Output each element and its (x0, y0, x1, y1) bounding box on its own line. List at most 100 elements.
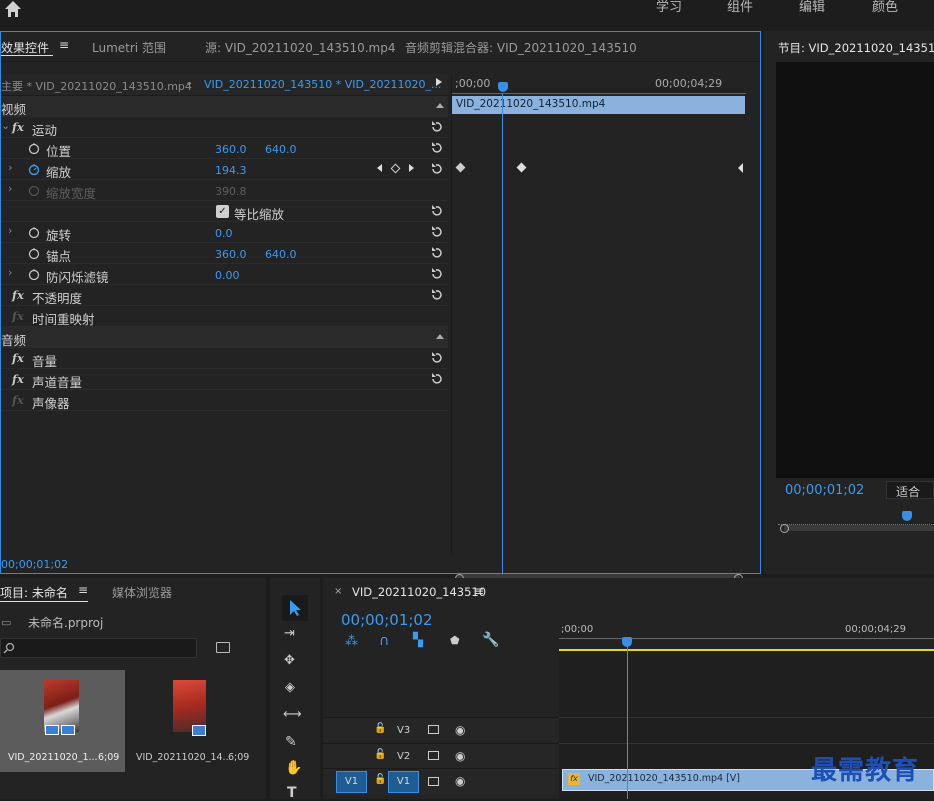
timeline-timecode[interactable]: 00;00;01;02 (341, 611, 433, 629)
collapse-icon[interactable] (436, 334, 444, 339)
stopwatch-icon[interactable] (28, 247, 40, 259)
eye-icon[interactable]: ◉ (455, 774, 465, 788)
fx-icon[interactable]: fx (12, 351, 24, 365)
workspace-color[interactable]: 颜色 (872, 0, 898, 20)
collapse-icon[interactable] (436, 103, 444, 108)
program-scrollbar[interactable] (784, 525, 934, 531)
program-monitor-title[interactable]: 节目: VID_20211020_143510 (778, 40, 934, 56)
workspace-assembly[interactable]: 组件 (727, 0, 753, 20)
anchor-x-value[interactable]: 360.0 (215, 248, 247, 261)
scale-row[interactable]: › 缩放 194.3 (1, 159, 448, 180)
track-select-tool-icon[interactable]: ⇥ (284, 626, 295, 641)
add-keyframe-icon[interactable] (390, 163, 401, 174)
fit-dropdown[interactable]: 适合 (886, 481, 934, 499)
marker-icon[interactable]: ⬟ (450, 634, 460, 647)
panner-row[interactable]: fx 声像器 (1, 390, 448, 411)
motion-row[interactable]: ⌄ fx 运动 (1, 117, 448, 138)
workspace-editing[interactable]: 编辑 (799, 0, 825, 20)
scale-value[interactable]: 194.3 (215, 164, 247, 177)
tab-project[interactable]: 项目: 未命名 (0, 584, 68, 601)
stopwatch-icon[interactable] (28, 268, 40, 280)
work-area-bar[interactable] (559, 649, 934, 651)
panel-menu-icon[interactable]: ≡ (59, 38, 69, 52)
playhead-handle[interactable] (498, 82, 508, 92)
program-video-frame[interactable] (776, 62, 934, 478)
anchor-row[interactable]: 锚点 360.0 640.0 (1, 243, 448, 264)
track-header-v2[interactable]: 🔓 V2 ◉ (323, 743, 559, 768)
track-header-v1[interactable]: V1 🔓 V1 ◉ (323, 768, 559, 795)
reset-icon[interactable] (430, 351, 443, 364)
reset-icon[interactable] (430, 225, 443, 238)
sync-lock-icon[interactable] (428, 725, 439, 734)
snap-icon[interactable]: ∩ (379, 633, 389, 649)
ec-mini-timeline[interactable]: ;00;00 00;00;04;29 VID_20211020_143510.m… (451, 74, 746, 603)
lock-icon[interactable]: 🔓 (374, 749, 386, 760)
tab-source[interactable]: 源: VID_20211020_143510.mp4 (205, 39, 396, 56)
antiflicker-value[interactable]: 0.00 (215, 269, 240, 282)
mini-clip-bar[interactable]: VID_20211020_143510.mp4 (452, 96, 745, 114)
scroll-handle-left[interactable] (780, 524, 789, 533)
tab-effect-controls[interactable]: 效果控件 (1, 39, 49, 56)
uniform-scale-checkbox[interactable]: ✓ (216, 205, 229, 218)
reset-icon[interactable] (430, 162, 443, 175)
project-item[interactable]: VID_20211020_14... 6;09 (128, 670, 253, 772)
project-item-selected[interactable]: VID_20211020_1... 6;09 (0, 670, 125, 772)
reset-icon[interactable] (430, 141, 443, 154)
selection-tool-icon[interactable] (287, 599, 303, 617)
uniform-scale-row[interactable]: ✓ 等比缩放 (1, 201, 448, 222)
razor-tool-icon[interactable]: ◈ (285, 680, 295, 695)
stopwatch-icon-active[interactable] (28, 163, 40, 175)
slip-tool-icon[interactable]: ⟷ (283, 707, 302, 722)
position-x-value[interactable]: 360.0 (215, 143, 247, 156)
tab-lumetri-scopes[interactable]: Lumetri 范围 (92, 39, 166, 56)
workspace-learn[interactable]: 学习 (656, 0, 682, 20)
wrench-icon[interactable]: 🔧 (482, 632, 499, 648)
close-icon[interactable]: × (334, 586, 342, 597)
timeline-ruler[interactable]: ;00;00 00;00;04;29 (559, 618, 934, 652)
lock-icon[interactable]: 🔓 (374, 774, 386, 785)
new-bin-search-icon[interactable] (216, 642, 230, 653)
program-playhead[interactable] (902, 511, 912, 521)
stopwatch-icon[interactable] (28, 142, 40, 154)
tab-audio-clip-mixer[interactable]: 音频剪辑混合器: VID_20211020_143510 (405, 39, 637, 56)
panel-menu-icon[interactable]: ≡ (474, 584, 484, 598)
prev-keyframe-icon[interactable] (377, 164, 382, 172)
keyframe-marker[interactable] (455, 162, 466, 173)
linked-selection-icon[interactable]: ▚ (413, 633, 423, 648)
project-search-input[interactable] (0, 638, 197, 658)
stopwatch-icon[interactable] (28, 226, 40, 238)
play-triangle-icon[interactable] (436, 78, 442, 86)
channel-volume-row[interactable]: fx 声道音量 (1, 369, 448, 390)
keyframe-marker[interactable] (516, 162, 527, 173)
chevron-down-icon[interactable]: ⌄ (185, 77, 193, 88)
track-target-v1[interactable]: V1 (388, 771, 419, 793)
sequence-clip-label[interactable]: VID_20211020_143510 * VID_20211020_... (204, 78, 441, 91)
reset-icon[interactable] (430, 267, 443, 280)
nest-icon[interactable]: ⁂ (345, 634, 358, 649)
home-icon[interactable] (3, 0, 23, 18)
fx-icon[interactable]: fx (12, 372, 24, 386)
eye-icon[interactable]: ◉ (455, 723, 465, 737)
reset-icon[interactable] (430, 288, 443, 301)
ripple-edit-tool-icon[interactable]: ✥ (284, 653, 295, 668)
fx-icon[interactable]: fx (12, 120, 24, 134)
video-section-header[interactable]: 视频 (1, 96, 448, 117)
rotation-row[interactable]: › 旋转 0.0 (1, 222, 448, 243)
sync-lock-icon[interactable] (428, 777, 439, 786)
track-header-v3[interactable]: 🔓 V3 ◉ (323, 717, 559, 742)
reset-icon[interactable] (430, 120, 443, 133)
antiflicker-row[interactable]: › 防闪烁滤镜 0.00 (1, 264, 448, 285)
pen-tool-icon[interactable]: ✎ (285, 734, 297, 750)
master-clip-label[interactable]: 主要 * VID_20211020_143510.mp4 (1, 78, 192, 94)
reset-icon[interactable] (430, 246, 443, 259)
time-remap-row[interactable]: fx 时间重映射 (1, 306, 448, 327)
reset-icon[interactable] (430, 204, 443, 217)
anchor-y-value[interactable]: 640.0 (265, 248, 297, 261)
hand-tool-icon[interactable]: ✋ (285, 760, 302, 776)
source-patch-v1[interactable]: V1 (336, 771, 367, 793)
reset-icon[interactable] (430, 372, 443, 385)
lock-icon[interactable]: 🔓 (374, 723, 386, 734)
position-y-value[interactable]: 640.0 (265, 143, 297, 156)
ec-current-timecode[interactable]: 00;00;01;02 (1, 558, 68, 571)
volume-row[interactable]: fx 音量 (1, 348, 448, 369)
